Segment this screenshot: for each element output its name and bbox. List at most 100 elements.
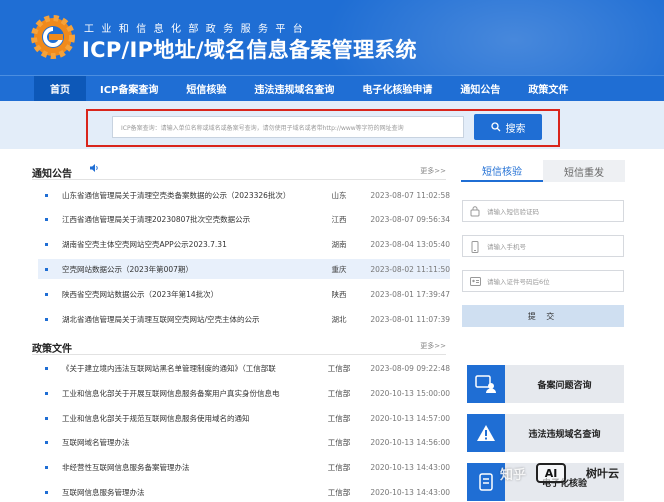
notice-title[interactable]: 山东省通信管理局关于清理空壳类备案数据的公示（2023326批次） [62, 190, 310, 201]
policy-title[interactable]: 非经营性互联网信息服务备案管理办法 [62, 462, 310, 473]
sms-tabs: 短信核验 短信重发 [461, 160, 625, 182]
notice-title[interactable]: 江西省通信管理局关于清理20230807批次空壳数据公示 [62, 214, 310, 225]
bullet-icon [45, 440, 48, 444]
consult-card-label: 备案问题咨询 [537, 380, 592, 391]
code-icon [470, 206, 480, 217]
nav-home[interactable]: 首页 [34, 76, 86, 101]
notice-region: 湖南 [331, 239, 347, 249]
speaker-icon [90, 164, 98, 172]
bullet-icon [45, 366, 48, 370]
notice-region: 陕西 [331, 289, 347, 299]
policy-issuer: 工信部 [327, 437, 351, 447]
id-card-icon [470, 277, 481, 286]
illegal-domain-card[interactable]: 违法违规域名查询 [467, 414, 624, 452]
illegal-domain-card-label: 违法违规域名查询 [528, 429, 601, 440]
watermark: 知乎 AI 树叶云 [500, 458, 664, 488]
header-subtitle: 工业和信息化部政务服务平台 [84, 24, 311, 35]
nav-policies[interactable]: 政策文件 [514, 76, 582, 101]
search-input[interactable]: ICP备案查询：请输入单位名称或域名或备案号查询，请勿使用子域名或者带http:… [112, 116, 464, 138]
policy-issuer: 工信部 [327, 388, 351, 398]
bullet-icon [45, 292, 48, 296]
notice-title[interactable]: 湖南省空壳主体空壳网站空壳APP公示2023.7.31 [62, 239, 310, 250]
policy-title[interactable]: 互联网域名管理办法 [62, 437, 310, 448]
notice-row[interactable]: 湖南省空壳主体空壳网站空壳APP公示2023.7.31 湖南 2023-08-04 … [38, 234, 450, 254]
bullet-icon [45, 490, 48, 494]
notice-row[interactable]: 江西省通信管理局关于清理20230807批次空壳数据公示 江西 2023-08-07… [38, 209, 450, 229]
nav-notices[interactable]: 通知公告 [446, 76, 514, 101]
id-number-field[interactable]: 请输入证件号码后6位 [462, 270, 624, 292]
policy-title[interactable]: 工业和信息化部关于开展互联网信息服务备案用户真实身份信息电 [62, 388, 310, 399]
tab-sms-resend[interactable]: 短信重发 [543, 160, 625, 182]
watermark-brand: 树叶云 [586, 467, 620, 480]
search-icon [490, 122, 500, 132]
gear-logo-icon [31, 15, 75, 59]
notices-header: 通知公告 更多>> [32, 162, 446, 180]
policy-title[interactable]: 工业和信息化部关于规范互联网信息服务使用域名的通知 [62, 413, 310, 424]
phone-field[interactable]: 请输入手机号 [462, 235, 624, 257]
notice-date: 2023-08-01 11:07:39 [370, 314, 450, 324]
policies-title: 政策文件 [32, 344, 72, 355]
notice-date: 2023-08-04 13:05:40 [370, 239, 450, 249]
policy-date: 2020-10-13 14:57:00 [370, 413, 450, 423]
policy-row[interactable]: 工业和信息化部关于规范互联网信息服务使用域名的通知 工信部 2020-10-13 1… [38, 408, 450, 428]
site-header: 工业和信息化部政务服务平台 ICP/IP地址/域名信息备案管理系统 [0, 0, 664, 75]
bullet-icon [45, 193, 48, 197]
phone-icon [471, 241, 479, 253]
id-number-placeholder: 请输入证件号码后6位 [487, 278, 550, 286]
nav-illegal-domain[interactable]: 违法违规域名查询 [240, 76, 348, 101]
notice-region: 重庆 [331, 264, 347, 274]
bullet-icon [45, 391, 48, 395]
policy-title[interactable]: 《关于建立境内违法互联网站黑名单管理制度的通知》（工信部联 [62, 363, 310, 374]
policy-row[interactable]: 互联网信息服务管理办法 工信部 2020-10-13 14:43:00 [38, 482, 450, 502]
notice-date: 2023-08-01 17:39:47 [370, 289, 450, 299]
notice-title[interactable]: 湖北省通信管理局关于清理互联网空壳网站/空壳主体的公示 [62, 314, 310, 325]
notice-row[interactable]: 湖北省通信管理局关于清理互联网空壳网站/空壳主体的公示 湖北 2023-08-01 … [38, 309, 450, 329]
notice-title[interactable]: 陕西省空壳网站数据公示（2023年第14批次） [62, 289, 310, 300]
phone-placeholder: 请输入手机号 [487, 243, 526, 251]
notice-region: 江西 [331, 214, 347, 224]
policy-issuer: 工信部 [327, 462, 351, 472]
policy-issuer: 工信部 [327, 413, 351, 423]
nav-icp-query[interactable]: ICP备案查询 [86, 76, 172, 101]
policy-row[interactable]: 非经营性互联网信息服务备案管理办法 工信部 2020-10-13 14:43:00 [38, 457, 450, 477]
bullet-icon [45, 465, 48, 469]
notice-date: 2023-08-02 11:11:50 [370, 264, 450, 274]
bullet-icon [45, 242, 48, 246]
nav-e-verify[interactable]: 电子化核验申请 [348, 76, 446, 101]
page-title: ICP/IP地址/域名信息备案管理系统 [82, 38, 417, 62]
policy-row[interactable]: 互联网域名管理办法 工信部 2020-10-13 14:56:00 [38, 432, 450, 452]
policy-date: 2023-08-09 09:22:48 [370, 363, 450, 373]
notice-row[interactable]: 陕西省空壳网站数据公示（2023年第14批次） 陕西 2023-08-01 17:3… [38, 284, 450, 304]
notices-title: 通知公告 [32, 169, 72, 180]
policies-header: 政策文件 更多>> [32, 337, 446, 355]
bullet-icon [45, 267, 48, 271]
notices-more-link[interactable]: 更多>> [420, 166, 446, 176]
notice-date: 2023-08-07 09:56:34 [370, 214, 450, 224]
policy-date: 2020-10-13 15:00:00 [370, 388, 450, 398]
consult-card[interactable]: 备案问题咨询 [467, 365, 624, 403]
notice-region: 湖北 [331, 314, 347, 324]
main-nav: 首页 ICP备案查询 短信核验 违法违规域名查询 电子化核验申请 通知公告 政策… [0, 75, 664, 101]
notice-row[interactable]: 山东省通信管理局关于清理空壳类备案数据的公示（2023326批次） 山东 2023-… [38, 185, 450, 205]
policy-row[interactable]: 《关于建立境内违法互联网站黑名单管理制度的通知》（工信部联 工信部 2023-08-… [38, 358, 450, 378]
policy-row[interactable]: 工业和信息化部关于开展互联网信息服务备案用户真实身份信息电 工信部 2020-10-… [38, 383, 450, 403]
notice-title[interactable]: 空壳网站数据公示（2023年第007期） [62, 264, 310, 275]
notice-region: 山东 [331, 190, 347, 200]
submit-button[interactable]: 提 交 [462, 305, 624, 327]
bullet-icon [45, 317, 48, 321]
consult-icon [467, 365, 505, 403]
watermark-ai-logo: AI [536, 463, 567, 483]
bullet-icon [45, 416, 48, 420]
policy-title[interactable]: 互联网信息服务管理办法 [62, 487, 310, 498]
search-button-label: 搜索 [505, 123, 526, 135]
policy-issuer: 工信部 [327, 487, 351, 497]
policies-more-link[interactable]: 更多>> [420, 341, 446, 351]
sms-code-field[interactable]: 请输入短信验证码 [462, 200, 624, 222]
notice-row[interactable]: 空壳网站数据公示（2023年第007期） 重庆 2023-08-02 11:11:5… [38, 259, 450, 279]
sms-code-placeholder: 请输入短信验证码 [487, 208, 539, 216]
nav-sms-verify[interactable]: 短信核验 [172, 76, 240, 101]
bullet-icon [45, 217, 48, 221]
search-button[interactable]: 搜索 [474, 114, 542, 140]
notice-date: 2023-08-07 11:02:58 [370, 190, 450, 200]
tab-sms-verify[interactable]: 短信核验 [461, 160, 543, 182]
